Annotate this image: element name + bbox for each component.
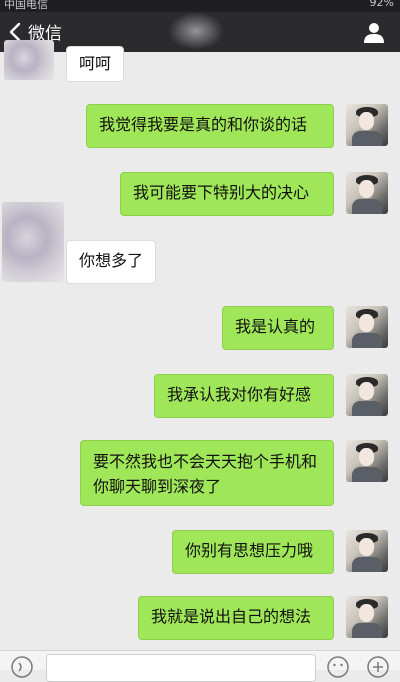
user-avatar[interactable] <box>346 104 388 146</box>
carrier-label: 中国电信 <box>4 0 48 11</box>
message-bubble[interactable]: 你想多了 <box>66 240 157 284</box>
plus-icon[interactable] <box>366 655 390 679</box>
message-bubble[interactable]: 我是认真的 <box>222 306 334 350</box>
message-bubble[interactable]: 我承认我对你有好感 <box>154 374 334 418</box>
battery-label: 92% <box>369 0 394 9</box>
message-bubble[interactable]: 我觉得我要是真的和你谈的话 <box>86 104 334 148</box>
user-avatar[interactable] <box>346 306 388 348</box>
voice-icon[interactable] <box>10 655 34 679</box>
person-icon[interactable] <box>362 20 386 44</box>
emoji-icon[interactable] <box>326 655 350 679</box>
contact-avatar[interactable] <box>2 202 64 282</box>
message-bubble[interactable]: 你别有思想压力哦 <box>172 530 334 574</box>
user-avatar[interactable] <box>346 172 388 214</box>
nav-bar: 微信 <box>0 12 400 52</box>
message-bubble[interactable]: 我就是说出自己的想法 <box>138 596 334 640</box>
message-bubble[interactable]: 我可能要下特别大的决心 <box>120 172 334 216</box>
user-avatar[interactable] <box>346 596 388 638</box>
user-avatar[interactable] <box>346 374 388 416</box>
contact-name-blurred <box>168 12 224 50</box>
input-bar <box>0 650 400 682</box>
contact-avatar[interactable] <box>4 40 54 80</box>
user-avatar[interactable] <box>346 530 388 572</box>
status-bar: 中国电信 92% <box>0 0 400 12</box>
message-input[interactable] <box>46 654 316 682</box>
message-bubble[interactable]: 要不然我也不会天天抱个手机和你聊天聊到深夜了 <box>80 440 334 506</box>
message-bubble[interactable]: 呵呵 <box>66 46 125 82</box>
user-avatar[interactable] <box>346 440 388 482</box>
